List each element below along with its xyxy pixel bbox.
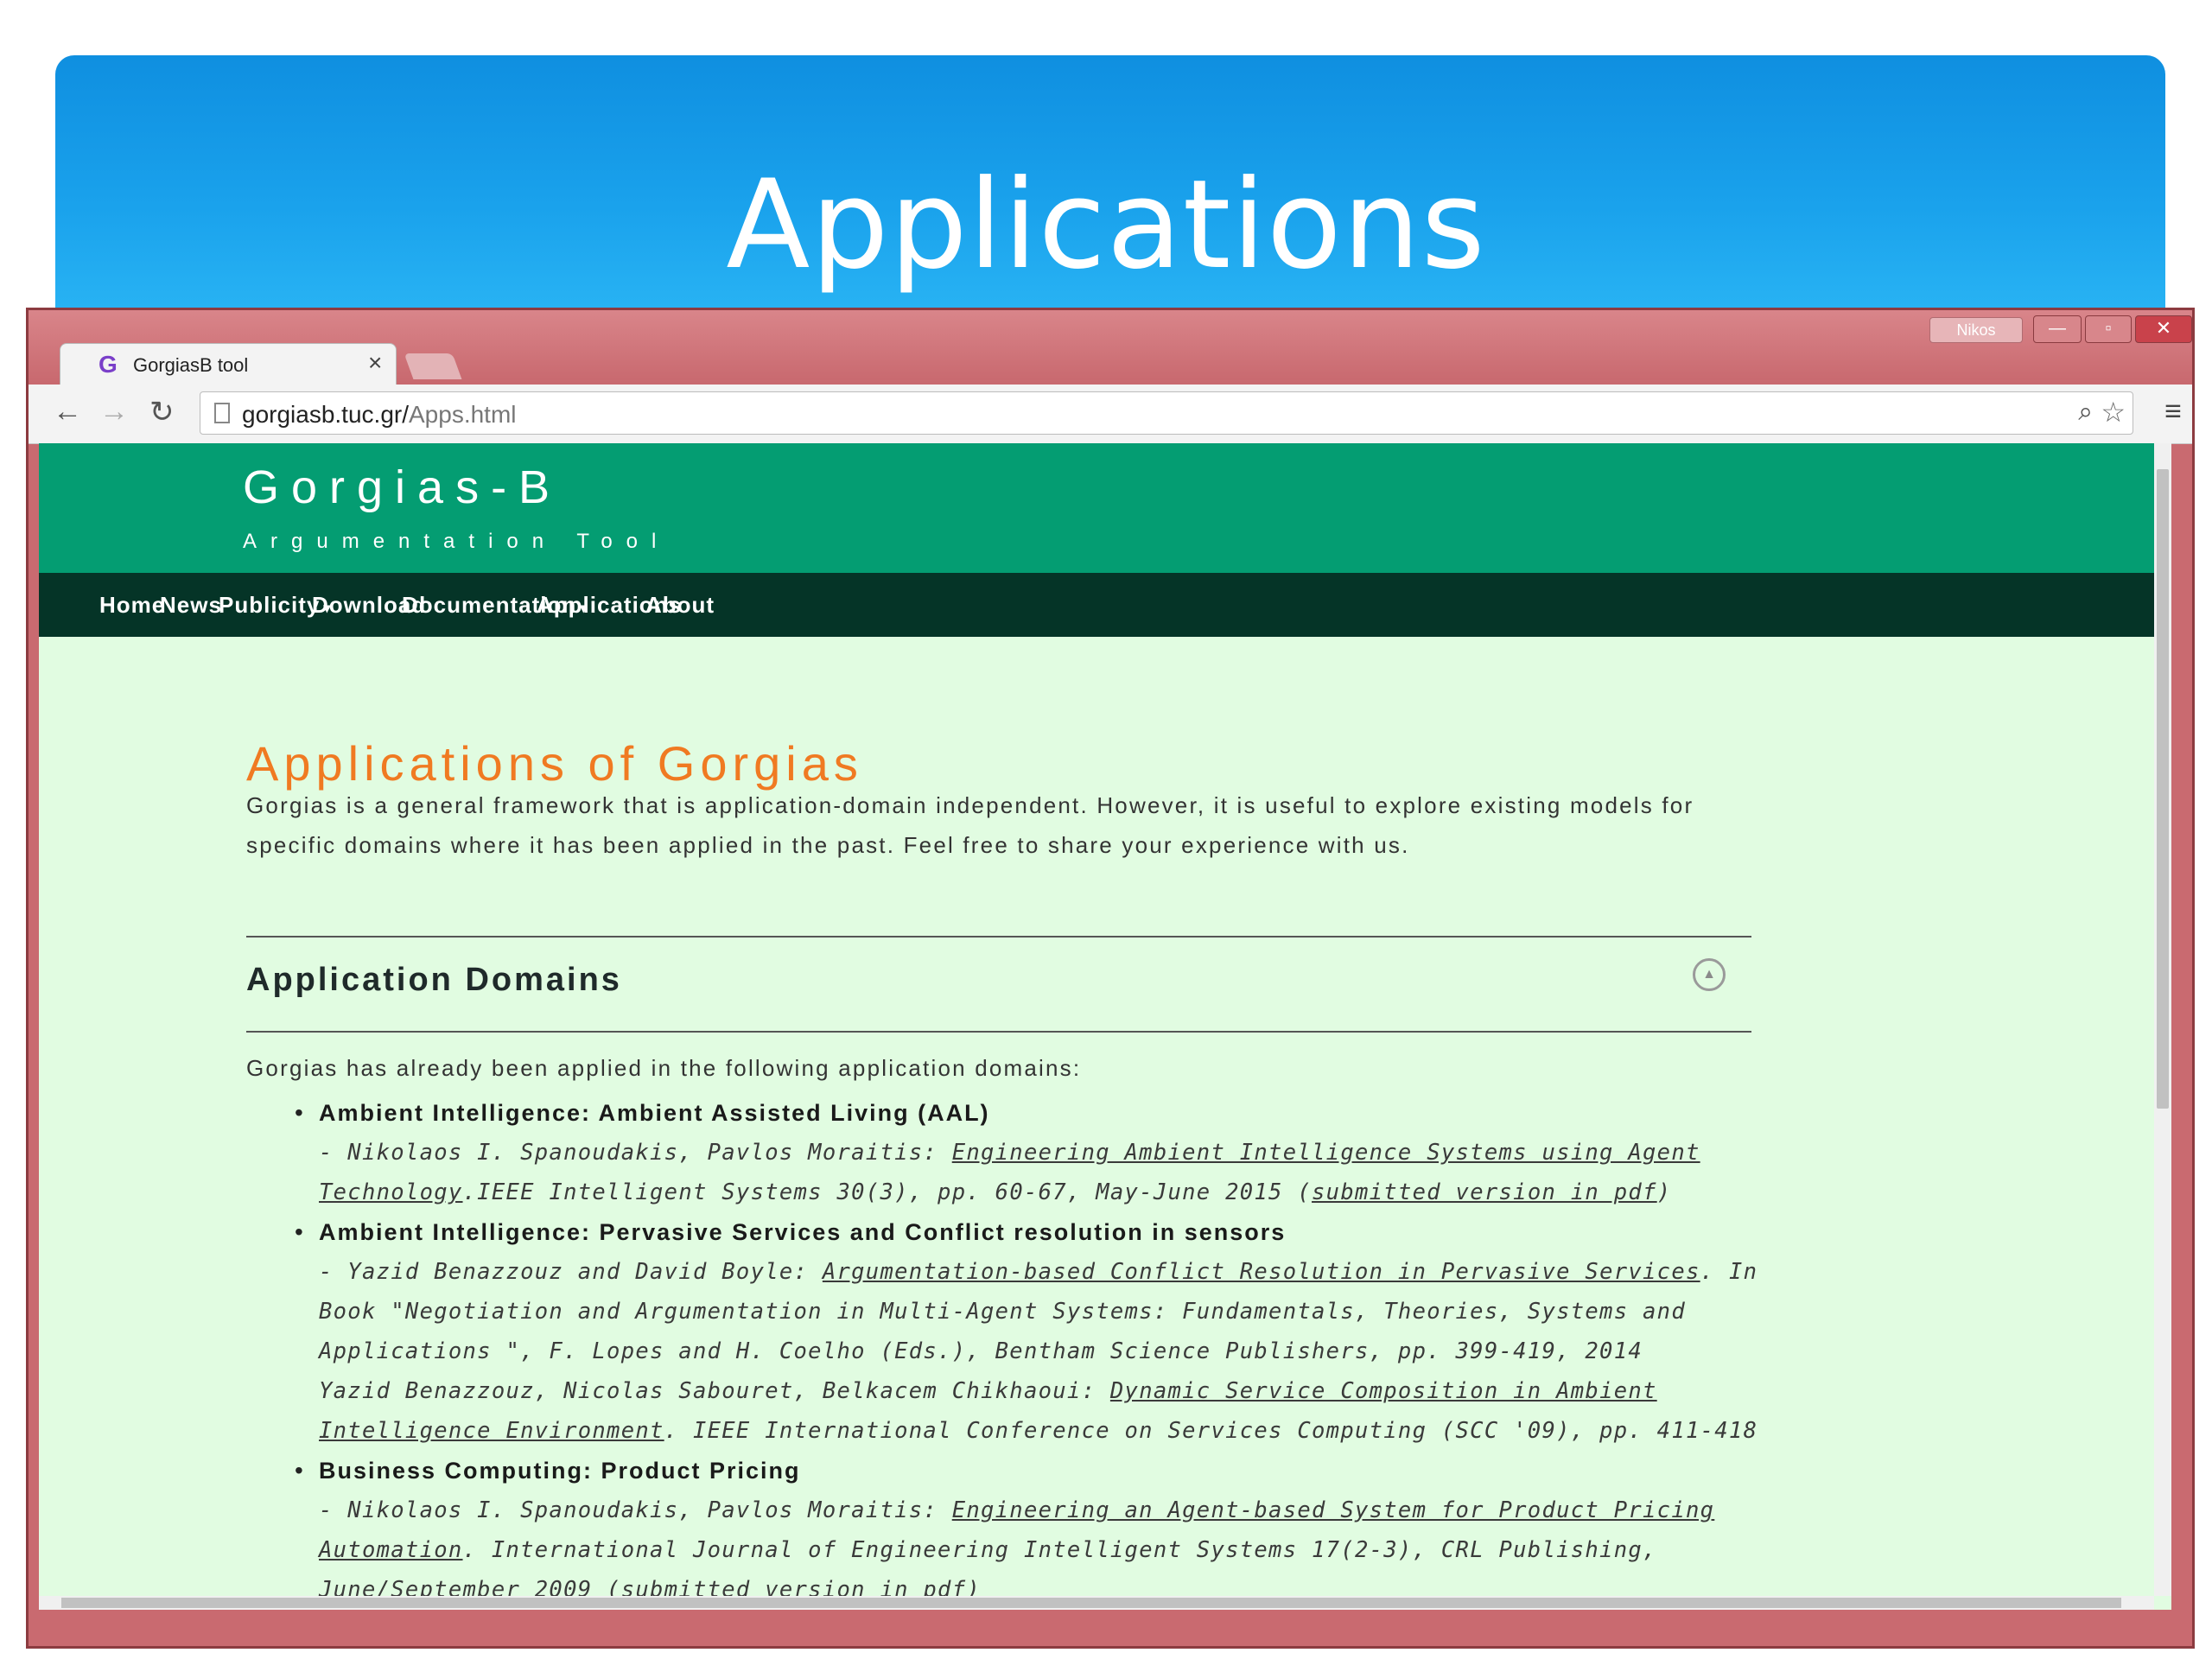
zoom-icon[interactable]: ⌕	[2078, 397, 2093, 427]
horizontal-scrollbar[interactable]	[39, 1596, 2154, 1610]
reference: Yazid Benazzouz, Nicolas Sabouret, Belka…	[319, 1371, 1764, 1451]
browser-toolbar: ← → ↻ gorgiasb.tuc.gr/Apps.html ⌕ ☆ ≡	[29, 385, 2192, 444]
nav-news[interactable]: News	[160, 592, 222, 619]
page-icon	[214, 403, 230, 423]
domains-lead: Gorgias has already been applied in the …	[246, 1055, 1082, 1081]
browser-tab[interactable]: G GorgiasB tool ×	[60, 343, 397, 386]
domain-title: Ambient Intelligence: Pervasive Services…	[319, 1219, 1287, 1245]
domain-title: Ambient Intelligence: Ambient Assisted L…	[319, 1100, 990, 1126]
minimize-icon[interactable]: —	[2033, 315, 2082, 343]
reference-authors: - Yazid Benazzouz and David Boyle:	[319, 1259, 823, 1285]
url-host: gorgiasb.tuc.gr/	[242, 401, 409, 428]
forward-icon[interactable]: →	[99, 395, 129, 429]
reference-venue: . International Journal of Engineering I…	[319, 1537, 1657, 1603]
slide-title: Applications	[726, 154, 1486, 296]
reference-authors: Yazid Benazzouz, Nicolas Sabouret, Belka…	[319, 1378, 1110, 1404]
window-close-icon[interactable]: ✕	[2135, 315, 2192, 343]
page-viewport: Gorgias-B Argumentation Tool Home News P…	[39, 443, 2171, 1610]
reference: - Yazid Benazzouz and David Boyle: Argum…	[319, 1252, 1764, 1371]
section-title: Application Domains	[246, 962, 622, 998]
reference-venue: .IEEE Intelligent Systems 30(3), pp. 60-…	[462, 1179, 1313, 1205]
star-icon[interactable]: ☆	[2101, 396, 2126, 429]
horizontal-scroll-thumb[interactable]	[61, 1598, 2121, 1608]
paper-link[interactable]: Argumentation-based Conflict Resolution …	[823, 1259, 1700, 1285]
list-item: Ambient Intelligence: Pervasive Services…	[295, 1212, 1764, 1451]
browser-titlebar: G GorgiasB tool × Nikos — ▫ ✕	[29, 310, 2192, 386]
url-text: gorgiasb.tuc.gr/Apps.html	[242, 401, 517, 429]
reference: - Nikolaos I. Spanoudakis, Pavlos Morait…	[319, 1491, 1764, 1610]
collapse-icon[interactable]: ▲	[1693, 958, 1726, 991]
reload-icon[interactable]: ↻	[149, 395, 175, 429]
nav-home[interactable]: Home	[99, 592, 165, 619]
site-subtitle: Argumentation Tool	[243, 530, 671, 553]
vertical-scroll-thumb[interactable]	[2157, 469, 2169, 1109]
site-title[interactable]: Gorgias-B	[243, 461, 562, 514]
intro-paragraph: Gorgias is a general framework that is a…	[246, 792, 1694, 858]
browser-window: G GorgiasB tool × Nikos — ▫ ✕ ← → ↻ gorg…	[26, 308, 2195, 1649]
address-bar[interactable]: gorgiasb.tuc.gr/Apps.html ⌕ ☆	[200, 391, 2133, 435]
reference-venue: . IEEE International Conference on Servi…	[664, 1418, 1758, 1444]
pdf-link[interactable]: submitted version in pdf	[1312, 1179, 1657, 1205]
nav-publicity-label: Publicity	[219, 592, 321, 618]
profile-badge[interactable]: Nikos	[1929, 317, 2023, 343]
close-tab-icon[interactable]: ×	[368, 349, 382, 377]
domain-list: Ambient Intelligence: Ambient Assisted L…	[295, 1093, 1764, 1610]
list-item: Ambient Intelligence: Ambient Assisted L…	[295, 1093, 1764, 1212]
reference: - Nikolaos I. Spanoudakis, Pavlos Morait…	[319, 1133, 1764, 1212]
tab-title: GorgiasB tool	[133, 354, 249, 376]
maximize-icon[interactable]: ▫	[2085, 315, 2132, 343]
reference-end: )	[1656, 1179, 1672, 1205]
site-header: Gorgias-B Argumentation Tool	[39, 443, 2154, 573]
vertical-scrollbar[interactable]	[2154, 443, 2171, 1596]
menu-icon[interactable]: ≡	[2164, 395, 2182, 429]
domain-title: Business Computing: Product Pricing	[319, 1458, 801, 1484]
list-item: Business Computing: Product Pricing - Ni…	[295, 1451, 1764, 1610]
favicon-icon: G	[99, 351, 118, 378]
new-tab-button[interactable]	[404, 353, 462, 379]
site-nav: Home News Publicity ▾ Download Documentat…	[39, 573, 2154, 637]
reference-authors: - Nikolaos I. Spanoudakis, Pavlos Morait…	[319, 1497, 952, 1523]
nav-about[interactable]: About	[645, 592, 715, 619]
section-divider-bottom	[246, 1031, 1751, 1033]
reference-authors: - Nikolaos I. Spanoudakis, Pavlos Morait…	[319, 1140, 952, 1166]
url-path: Apps.html	[409, 401, 517, 428]
section-divider-top	[246, 936, 1751, 938]
back-icon[interactable]: ←	[53, 395, 82, 429]
page-heading: Applications of Gorgias	[246, 735, 863, 791]
